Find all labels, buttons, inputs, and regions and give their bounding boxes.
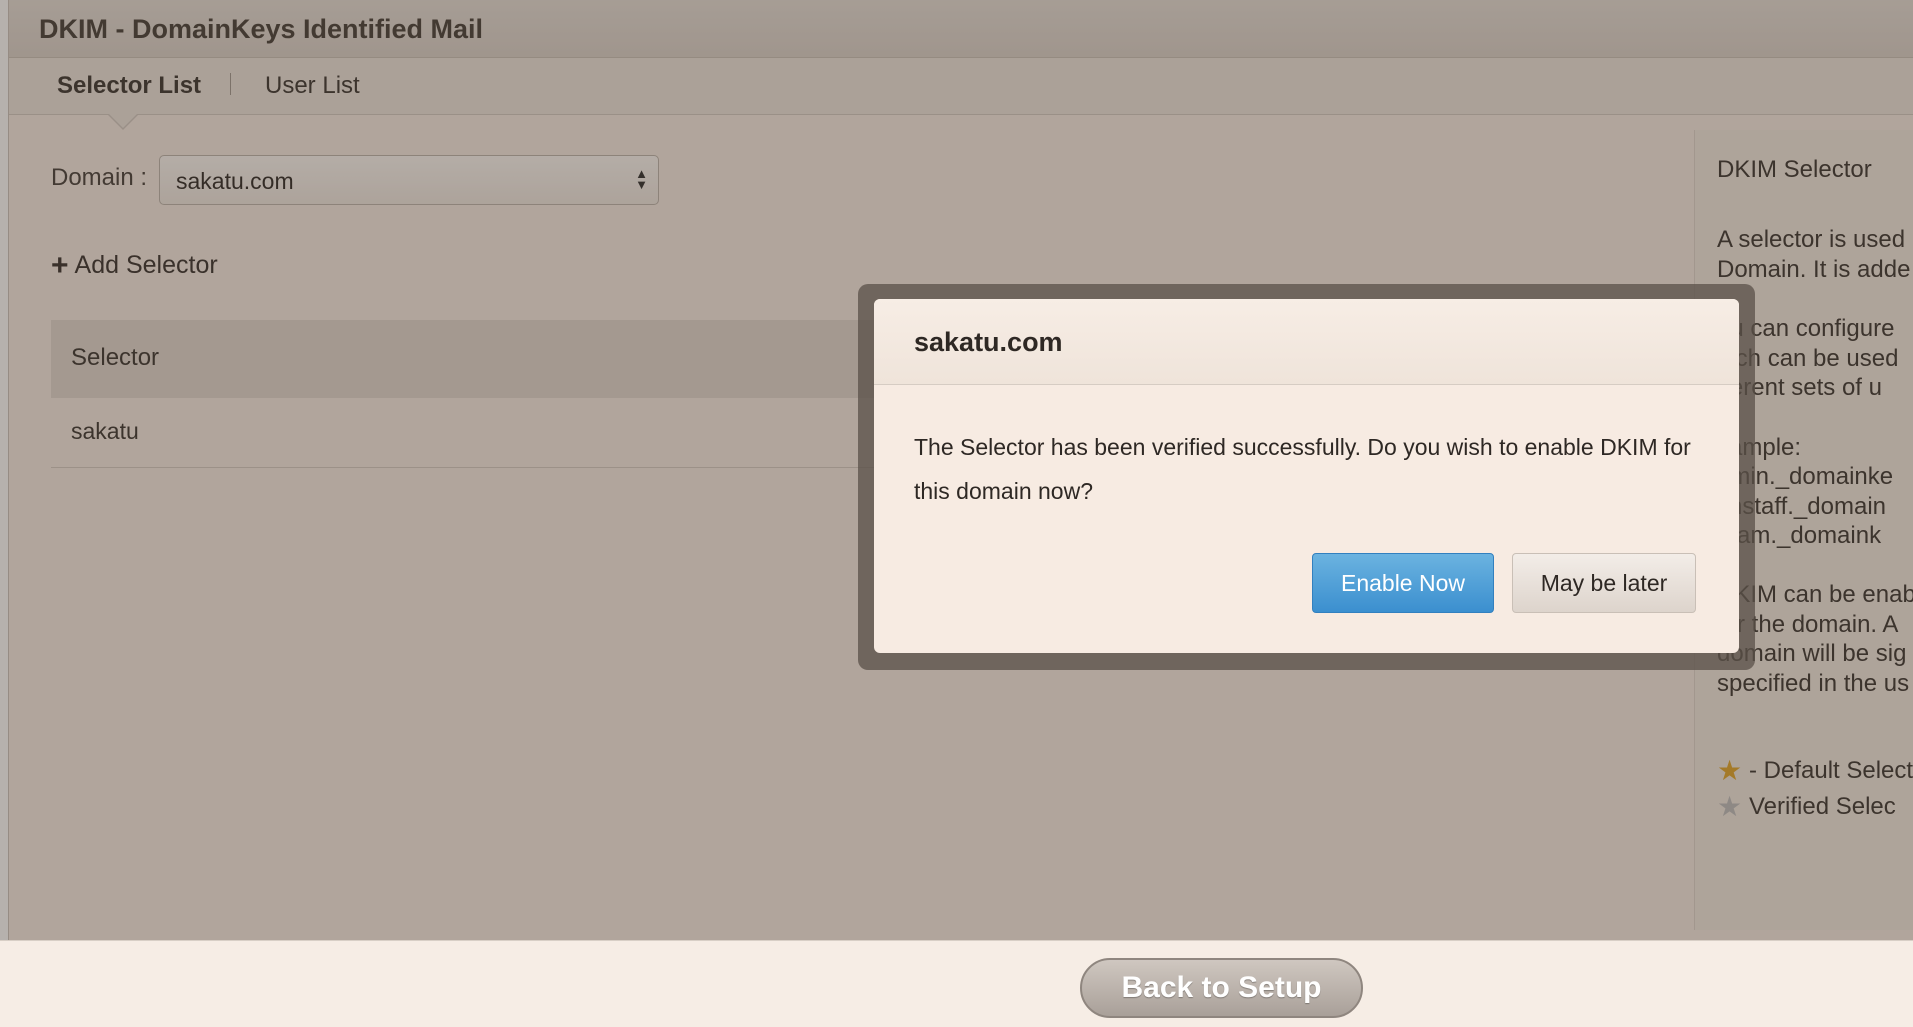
back-to-setup-button[interactable]: Back to Setup <box>1080 958 1363 1018</box>
confirm-dialog: sakatu.com The Selector has been verifie… <box>874 299 1739 653</box>
maybe-later-button[interactable]: May be later <box>1512 553 1696 613</box>
enable-now-button[interactable]: Enable Now <box>1312 553 1494 613</box>
dialog-message: The Selector has been verified successfu… <box>914 434 1691 504</box>
footer-bar <box>0 940 1913 1027</box>
dialog-title: sakatu.com <box>914 327 1063 357</box>
dialog-header: sakatu.com <box>874 299 1739 385</box>
